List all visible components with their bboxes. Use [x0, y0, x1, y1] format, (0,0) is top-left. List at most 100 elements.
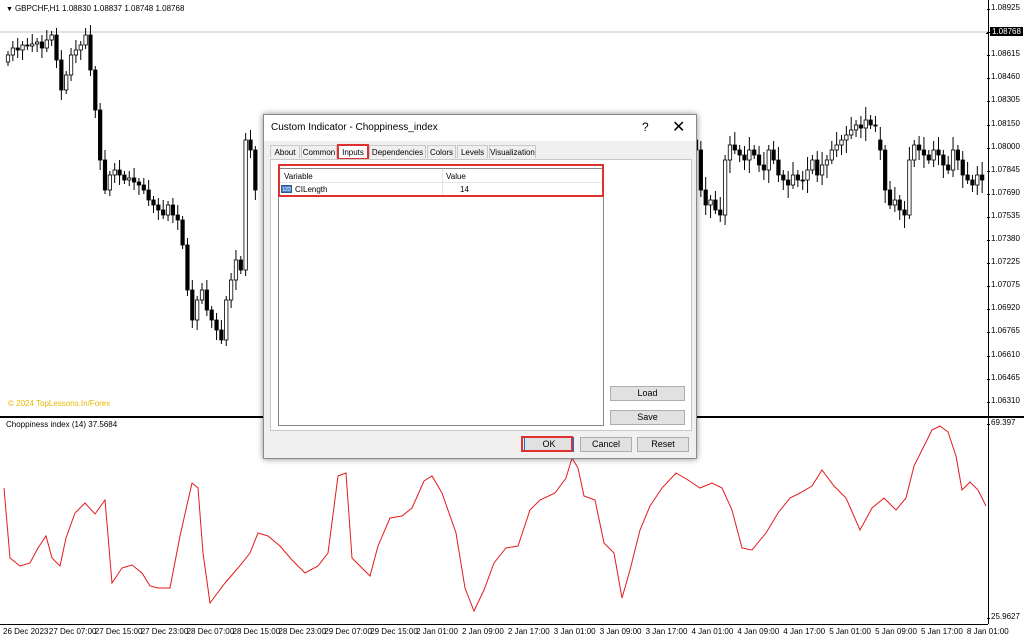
- candle-body: [970, 179, 975, 186]
- candle-body: [170, 204, 175, 216]
- time-tick: 4 Jan 09:00: [737, 627, 780, 636]
- tab-levels[interactable]: Levels: [457, 145, 488, 158]
- candle-body: [127, 177, 132, 181]
- candle-body: [737, 149, 742, 156]
- indicator-axis[interactable]: 69.397 25.9627: [986, 418, 1024, 624]
- time-tick: 26 Dec 2023: [3, 627, 49, 636]
- candle-body: [122, 174, 127, 181]
- help-icon[interactable]: ?: [642, 120, 649, 134]
- inputs-grid[interactable]: Variable Value 123 CILength 14: [278, 168, 604, 426]
- close-icon[interactable]: ✕: [672, 117, 685, 137]
- candle-body: [238, 259, 243, 271]
- dialog-title-bar[interactable]: Custom Indicator - Choppiness_index ? ✕: [264, 115, 696, 141]
- tab-visualization[interactable]: Visualization: [489, 145, 536, 158]
- candle-body: [853, 124, 859, 131]
- candle-body: [151, 199, 156, 206]
- price-tick: 1.07225: [987, 257, 1020, 267]
- time-tick: 28 Dec 15:00: [232, 627, 281, 636]
- candle-body: [44, 39, 49, 49]
- candle-body: [917, 144, 922, 151]
- candle-body: [829, 149, 834, 161]
- candle-body: [698, 149, 703, 191]
- candle-body: [756, 154, 762, 166]
- time-axis[interactable]: 26 Dec 2023 27 Dec 07:00 27 Dec 15:00 27 De…: [0, 624, 1009, 640]
- candle-body: [955, 149, 961, 161]
- candle-body: [15, 47, 20, 51]
- dropdown-arrow-icon[interactable]: ▼: [6, 6, 13, 13]
- candle-body: [732, 144, 737, 151]
- time-tick: 28 Dec 07:00: [186, 627, 235, 636]
- candle-body: [131, 177, 137, 183]
- price-axis[interactable]: 1.08925 1.08768 1.08615 1.08460 1.08305 1.081…: [986, 0, 1024, 416]
- candle-body: [175, 214, 180, 221]
- chart-title: ▼ GBPCHF,H1 1.08830 1.08837 1.08748 1.087…: [6, 4, 185, 13]
- cancel-button[interactable]: Cancel: [580, 437, 632, 452]
- candle-body: [790, 174, 796, 186]
- load-button[interactable]: Load: [610, 386, 685, 401]
- time-tick: 8 Jan 01:00: [966, 627, 1009, 636]
- tab-colors[interactable]: Colors: [427, 145, 456, 158]
- candle-body: [786, 179, 791, 186]
- candle-body: [907, 159, 912, 216]
- candle-body: [248, 139, 253, 151]
- current-price-label: 1.08768: [986, 27, 1023, 36]
- price-tick: 1.07075: [987, 280, 1020, 290]
- time-tick: 27 Dec 07:00: [48, 627, 97, 636]
- price-tick: 1.08150: [987, 118, 1020, 128]
- candle-body: [25, 44, 30, 47]
- time-tick: 4 Jan 17:00: [783, 627, 826, 636]
- time-tick: 27 Dec 15:00: [94, 627, 143, 636]
- candle-body: [742, 154, 747, 161]
- candle-body: [805, 169, 810, 181]
- time-tick: 3 Jan 17:00: [645, 627, 688, 636]
- candle-body: [54, 34, 59, 61]
- candle-body: [78, 44, 83, 51]
- candle-body: [980, 174, 985, 181]
- tab-inputs[interactable]: Inputs: [337, 144, 369, 160]
- candle-body: [708, 199, 713, 206]
- candle-body: [965, 174, 970, 181]
- price-tick: 1.07690: [987, 187, 1020, 197]
- candle-body: [713, 199, 718, 211]
- candle-body: [112, 169, 117, 176]
- candle-body: [718, 209, 723, 216]
- candle-body: [752, 149, 757, 156]
- candle-body: [887, 189, 893, 206]
- candle-body: [233, 259, 239, 281]
- candle-body: [824, 159, 830, 166]
- candle-body: [243, 139, 248, 271]
- candle-body: [878, 139, 883, 151]
- candle-body: [73, 49, 78, 56]
- candle-body: [858, 124, 864, 129]
- time-tick: 29 Dec 07:00: [324, 627, 372, 636]
- candle-body: [204, 289, 209, 311]
- tab-dependencies[interactable]: Dependencies: [369, 145, 426, 158]
- time-tick: 3 Jan 09:00: [599, 627, 642, 636]
- candle-body: [863, 119, 868, 129]
- candle-body: [747, 149, 752, 161]
- candle-body: [117, 169, 122, 176]
- candle-body: [165, 204, 171, 216]
- price-tick: 1.08460: [987, 72, 1020, 82]
- save-button[interactable]: Save: [610, 410, 685, 425]
- candle-body: [761, 164, 767, 171]
- candle-body: [975, 174, 980, 186]
- candle-body: [795, 174, 800, 181]
- candle-body: [228, 279, 234, 301]
- time-tick: 2 Jan 17:00: [507, 627, 550, 636]
- candle-body: [946, 164, 951, 171]
- candle-body: [883, 149, 888, 191]
- tab-about[interactable]: About: [270, 145, 300, 158]
- candle-body: [20, 44, 25, 51]
- candle-body: [776, 159, 781, 176]
- dialog-title: Custom Indicator - Choppiness_index: [271, 122, 438, 133]
- candle-body: [931, 149, 936, 161]
- tab-common[interactable]: Common: [301, 145, 337, 158]
- candle-body: [834, 144, 839, 151]
- candle-body: [892, 199, 897, 206]
- candle-body: [771, 149, 776, 161]
- candle-body: [39, 41, 45, 49]
- time-tick: 2 Jan 09:00: [462, 627, 504, 636]
- reset-button[interactable]: Reset: [637, 437, 689, 452]
- candle-body: [844, 134, 849, 141]
